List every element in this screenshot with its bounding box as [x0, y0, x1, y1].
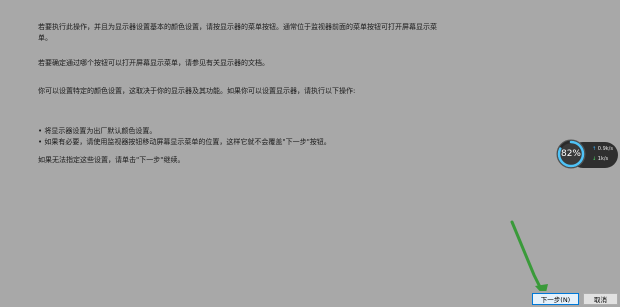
instruction-paragraph-4: 如果无法指定这些设置，请单击"下一步"继续。	[38, 156, 185, 164]
instruction-bullet-1: • 将显示器设置为出厂默认颜色设置。	[38, 127, 157, 135]
instruction-bullet-2: • 如果有必要，请使用监视器按钮移动屏幕显示菜单的位置，这样它就不会覆盖"下一步…	[38, 138, 331, 146]
button-bar	[0, 291, 620, 307]
calibration-page: 若要执行此操作，并且为显示器设置基本的颜色设置，请按显示器的菜单按钮。通常位于监…	[0, 0, 620, 307]
instruction-paragraph-2: 若要确定通过哪个按钮可以打开屏幕显示菜单，请参见有关显示器的文档。	[38, 59, 269, 67]
upload-speed: ↑ 0.9k/s	[592, 145, 613, 153]
download-arrow-icon: ↓	[592, 156, 597, 162]
upload-speed-value: 0.9k/s	[597, 146, 613, 152]
instruction-bullets: • 将显示器设置为出厂默认颜色设置。 • 如果有必要，请使用监视器按钮移动屏幕显…	[38, 126, 458, 148]
download-speed-value: 1k/s	[597, 156, 609, 162]
cancel-button[interactable]: 取消	[583, 293, 618, 305]
instruction-paragraph-1: 若要执行此操作，并且为显示器设置基本的颜色设置，请按显示器的菜单按钮。通常位于监…	[38, 23, 437, 42]
download-speed: ↓ 1k/s	[592, 155, 608, 163]
instruction-paragraph-3: 你可以设置特定的颜色设置，这取决于你的显示器及其功能。如果你可以设置显示器，请执…	[38, 87, 356, 95]
annotation-arrow-icon	[510, 220, 548, 297]
upload-arrow-icon: ↑	[592, 146, 597, 152]
gauge-percent: 82%	[560, 149, 581, 159]
network-monitor-widget[interactable]: 82% ↑ 0.9k/s ↓ 1k/s	[556, 139, 618, 171]
next-button[interactable]: 下一步(N)	[532, 293, 579, 305]
